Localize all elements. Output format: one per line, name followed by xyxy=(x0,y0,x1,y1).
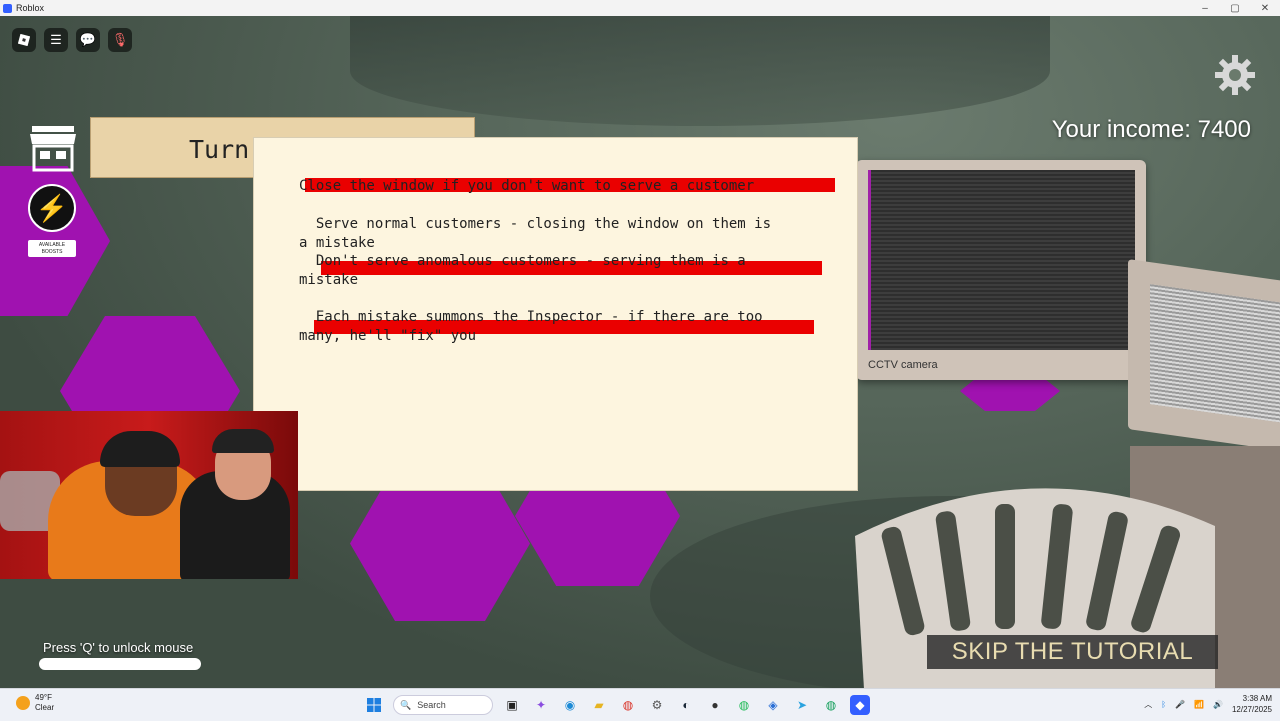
taskbar-search[interactable]: 🔍 Search xyxy=(393,695,493,715)
static-screen xyxy=(1150,284,1280,424)
chrome-profile-icon[interactable]: ◍ xyxy=(821,695,841,715)
roblox-menu-button[interactable] xyxy=(12,28,36,52)
file-explorer-icon[interactable]: ▰ xyxy=(589,695,609,715)
webcam-overlay xyxy=(0,411,298,579)
tray-overflow-icon[interactable]: ︿ xyxy=(1144,699,1152,710)
shop-icon[interactable] xyxy=(28,124,78,172)
cctv-label: CCTV camera xyxy=(868,359,938,371)
network-icon[interactable]: 📶 xyxy=(1194,700,1204,709)
bluetooth-icon[interactable]: ᛒ xyxy=(1161,700,1166,709)
weather-widget[interactable]: 49°F Clear xyxy=(16,693,54,713)
tutorial-rule-3: Don't serve anomalous customers - servin… xyxy=(299,253,746,288)
settings-app-icon[interactable]: ⚙ xyxy=(647,695,667,715)
telegram-icon[interactable]: ➤ xyxy=(792,695,812,715)
maximize-button[interactable]: ▢ xyxy=(1220,3,1250,14)
chrome-icon[interactable]: ◍ xyxy=(618,695,638,715)
search-placeholder: Search xyxy=(417,700,446,710)
copilot-icon[interactable]: ✦ xyxy=(531,695,551,715)
gear-icon[interactable] xyxy=(1214,54,1256,96)
clock-time: 3:38 AM xyxy=(1242,694,1272,703)
weather-temp: 49°F xyxy=(35,693,52,702)
windows-taskbar: 49°F Clear 🔍 Search ▣ ✦ ◉ ▰ ◍ ⚙ ◐ ● ◍ ◈ … xyxy=(0,688,1280,721)
menu-button[interactable]: ☰ xyxy=(44,28,68,52)
ceiling-shadow xyxy=(350,16,1050,126)
windows-icon xyxy=(367,698,381,712)
tutorial-card: Close the window if you don't want to se… xyxy=(253,137,858,491)
window-titlebar: Roblox – ▢ ✕ xyxy=(0,0,1280,17)
start-button[interactable] xyxy=(364,695,384,715)
mic-muted-icon: 🎙 xyxy=(111,32,129,47)
window-title: Roblox xyxy=(16,3,45,13)
game-app-icon[interactable]: ● xyxy=(705,695,725,715)
roblox-taskbar-icon[interactable]: ◆ xyxy=(850,695,870,715)
cctv-monitor[interactable]: CCTV camera xyxy=(856,160,1146,380)
boost-button[interactable]: ⚡ xyxy=(28,184,76,232)
spotify-icon[interactable]: ◍ xyxy=(734,695,754,715)
cctv-screen xyxy=(868,170,1135,350)
income-display: Your income: 7400 xyxy=(1051,116,1251,143)
volume-icon[interactable]: 🔊 xyxy=(1213,700,1223,709)
turn-label: Turn xyxy=(189,135,250,164)
skip-tutorial-button[interactable]: SKIP THE TUTORIAL xyxy=(927,635,1218,669)
roblox-app-icon xyxy=(3,3,12,13)
edge-icon[interactable]: ◉ xyxy=(560,695,580,715)
clock[interactable]: 3:38 AM 12/27/2025 xyxy=(1232,693,1272,715)
weather-condition: Clear xyxy=(35,703,55,712)
streamer-1-beanie xyxy=(100,431,180,467)
task-view-icon[interactable]: ▣ xyxy=(502,695,522,715)
clock-date: 12/27/2025 xyxy=(1231,705,1272,714)
app-icon[interactable]: ◈ xyxy=(763,695,783,715)
tutorial-rule-2: Serve normal customers - closing the win… xyxy=(299,216,772,251)
voice-button[interactable]: 🎙 xyxy=(108,28,132,52)
lightning-icon: ⚡ xyxy=(35,192,69,223)
roblox-logo-icon xyxy=(18,34,30,46)
game-viewport[interactable]: CCTV camera Turn Close the window if you… xyxy=(0,16,1280,688)
search-icon: 🔍 xyxy=(400,699,412,710)
unlock-progress-bar xyxy=(39,658,201,670)
minimize-button[interactable]: – xyxy=(1190,3,1220,14)
weather-icon xyxy=(16,696,30,710)
secondary-monitor xyxy=(1128,259,1280,453)
steam-icon[interactable]: ◐ xyxy=(676,695,696,715)
close-button[interactable]: ✕ xyxy=(1250,3,1280,14)
tutorial-rule-1: Close the window if you don't want to se… xyxy=(299,178,755,194)
streamer-2-cap xyxy=(212,429,274,453)
chat-button[interactable]: 💬 xyxy=(76,28,100,52)
mic-icon[interactable]: 🎤 xyxy=(1175,700,1185,709)
tutorial-rule-4: Each mistake summons the Inspector - if … xyxy=(299,309,763,344)
chat-icon: 💬 xyxy=(79,32,97,47)
boost-label: AVAILABLE BOOSTS xyxy=(28,240,76,257)
unlock-mouse-hint: Press 'Q' to unlock mouse xyxy=(43,640,194,655)
hamburger-icon: ☰ xyxy=(50,32,62,47)
